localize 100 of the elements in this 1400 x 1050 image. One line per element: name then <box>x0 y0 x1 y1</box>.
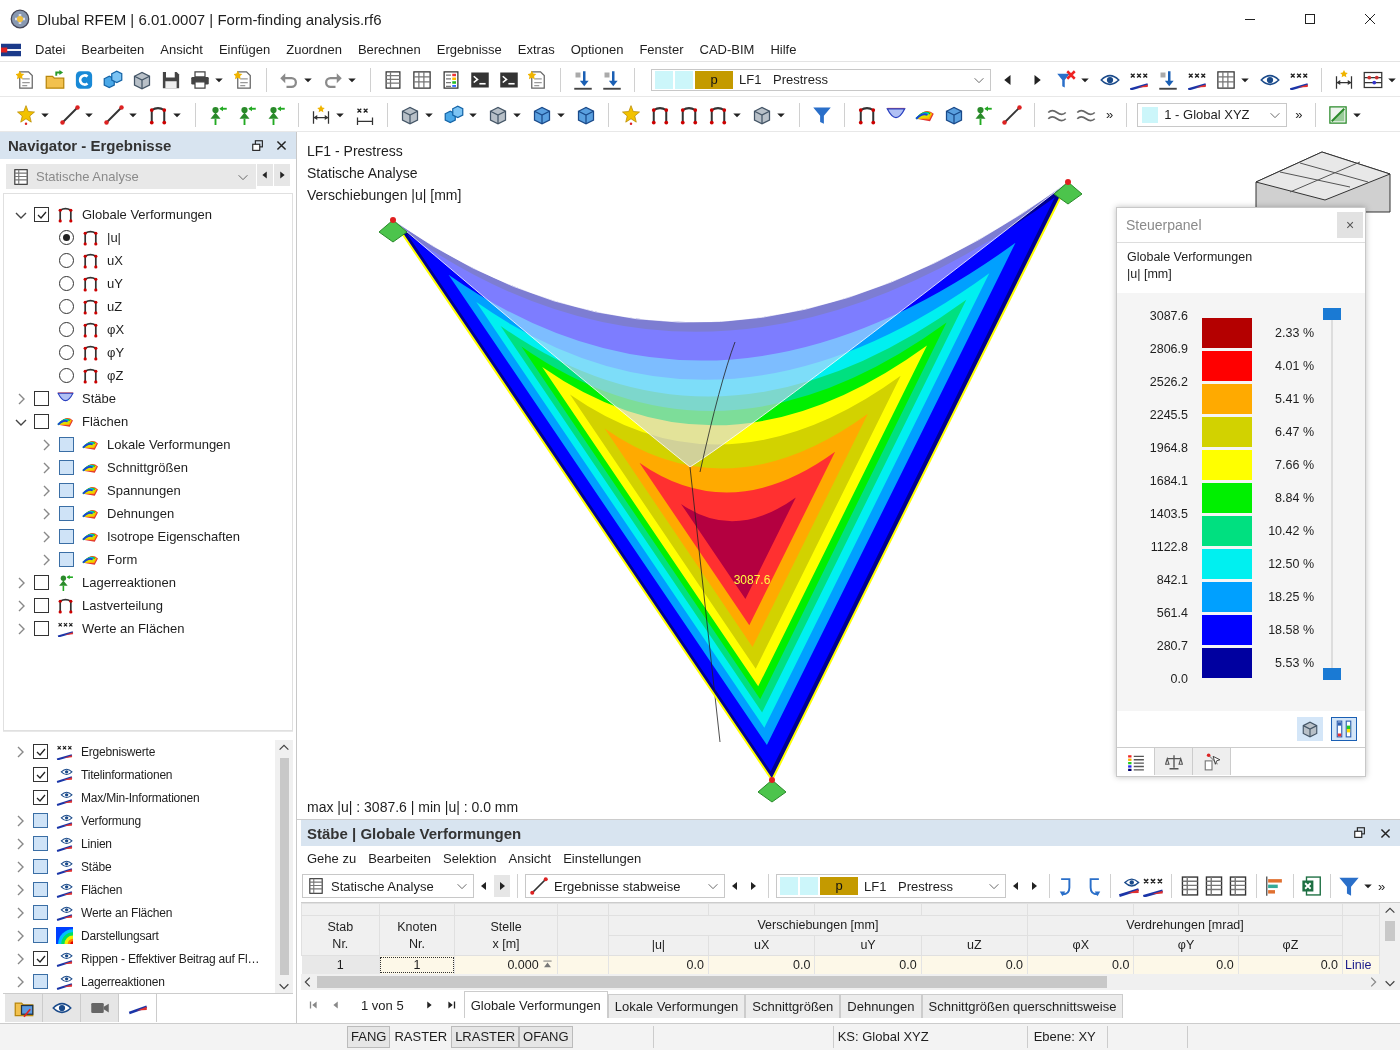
load-case-dropdown[interactable]: p LF1 Prestress <box>651 68 991 91</box>
menu-item[interactable]: Fenster <box>631 38 692 61</box>
scrollbar-thumb[interactable] <box>279 758 289 975</box>
status-toggle[interactable]: FANG <box>347 1026 391 1048</box>
tree-item[interactable]: Linien <box>81 836 112 851</box>
tree-item[interactable]: Lokale Verformungen <box>107 437 231 452</box>
checkbox[interactable] <box>33 836 48 851</box>
overflow-button[interactable]: » <box>1103 107 1117 122</box>
tool-button[interactable] <box>1331 717 1357 741</box>
document-icon[interactable] <box>528 69 548 90</box>
frame-icon[interactable] <box>679 104 699 125</box>
frame-icon[interactable] <box>650 104 670 125</box>
tree-item[interactable]: φY <box>107 345 125 360</box>
menu-item[interactable]: Zuordnen <box>278 38 350 61</box>
table-cell-link[interactable]: Linie <box>1342 955 1380 974</box>
analysis-dropdown[interactable]: Statische Analyse <box>302 874 474 898</box>
box-icon[interactable] <box>400 104 420 125</box>
scrollbar[interactable] <box>275 740 293 993</box>
slider-thumb[interactable] <box>1323 668 1341 680</box>
tree-item[interactable]: Form <box>107 552 138 567</box>
menu-item[interactable]: Bearbeiten <box>73 38 153 61</box>
tree-item[interactable]: Max/Min-Informationen <box>81 790 200 805</box>
save-icon[interactable] <box>161 69 181 90</box>
restore-icon[interactable] <box>1353 826 1367 840</box>
sheet-tab[interactable]: Globale Verformungen <box>463 991 608 1018</box>
close-button[interactable]: × <box>1337 212 1363 238</box>
table-icon[interactable] <box>1227 875 1249 897</box>
tree-item[interactable]: Verformung <box>81 813 142 828</box>
tree-item[interactable]: Dehnungen <box>107 506 175 521</box>
sheet-tab[interactable]: Dehnungen <box>840 994 922 1018</box>
checkbox[interactable] <box>33 882 48 897</box>
tree-item[interactable]: Globale Verformungen <box>82 207 213 222</box>
radio-button[interactable] <box>59 345 74 360</box>
vertical-scrollbar[interactable] <box>1380 903 1400 990</box>
range-slider-track[interactable] <box>1323 308 1341 680</box>
checkbox[interactable] <box>33 905 48 920</box>
panel-tab[interactable] <box>5 994 43 1022</box>
filter-cross-icon[interactable] <box>1056 69 1076 90</box>
tree-item[interactable]: Titelinformationen <box>81 767 173 782</box>
tree-item[interactable]: Isotrope Eigenschaften <box>107 529 240 544</box>
panel-tab[interactable] <box>81 994 119 1022</box>
panel-tab[interactable] <box>1117 748 1155 775</box>
tree-item[interactable]: Stäbe <box>82 391 116 406</box>
cubes-icon[interactable] <box>444 104 464 125</box>
dimension-icon[interactable] <box>1334 69 1354 90</box>
cube-icon[interactable] <box>944 104 964 125</box>
slider-thumb[interactable] <box>1323 308 1341 320</box>
menu-item[interactable]: Einstellungen <box>557 850 648 866</box>
tree-item[interactable]: uY <box>107 276 123 291</box>
table-cell[interactable]: 1 <box>379 955 455 974</box>
table-icon[interactable] <box>383 69 403 90</box>
menu-item[interactable]: Selektion <box>437 850 503 866</box>
restore-icon[interactable] <box>251 138 265 153</box>
spreadsheet-icon[interactable] <box>1301 875 1323 897</box>
menu-item[interactable]: Bearbeiten <box>362 850 438 866</box>
line-icon[interactable] <box>1002 104 1022 125</box>
tree-item[interactable]: Lastverteilung <box>82 598 163 613</box>
tree-item[interactable]: Flächen <box>81 882 123 897</box>
checkbox[interactable] <box>59 437 74 452</box>
radio-button[interactable] <box>59 368 74 383</box>
arrow-down-icon[interactable] <box>1158 69 1178 90</box>
checkbox[interactable] <box>34 207 49 222</box>
frame-icon[interactable] <box>148 104 168 125</box>
checkbox[interactable] <box>59 483 74 498</box>
support-icon[interactable] <box>973 104 993 125</box>
menu-item[interactable]: Optionen <box>562 38 632 61</box>
checkbox[interactable] <box>34 621 49 636</box>
scrollbar-thumb[interactable] <box>1385 921 1395 941</box>
checkbox[interactable] <box>34 391 49 406</box>
checkbox[interactable] <box>59 552 74 567</box>
previous-button[interactable] <box>257 164 273 186</box>
scrollbar-thumb[interactable] <box>317 975 1107 988</box>
tree-item[interactable]: φX <box>107 322 125 337</box>
checkbox[interactable] <box>33 974 48 989</box>
chart-icon[interactable] <box>1328 104 1349 125</box>
line-icon[interactable] <box>60 104 80 125</box>
checkbox[interactable] <box>59 506 74 521</box>
sheet-tab[interactable]: Lokale Verformungen <box>607 994 746 1018</box>
checkbox[interactable] <box>33 951 48 966</box>
result-mode-dropdown[interactable]: Ergebnisse stabweise <box>525 874 725 898</box>
grid-icon[interactable] <box>412 69 432 90</box>
overflow-button[interactable]: » <box>1376 878 1388 894</box>
checkbox[interactable] <box>59 460 74 475</box>
tree-item[interactable]: Stäbe <box>81 859 112 874</box>
panel-tab[interactable] <box>43 994 81 1022</box>
sheet-tab[interactable]: Schnittgrößen <box>745 994 841 1018</box>
tool-button[interactable] <box>1297 717 1323 741</box>
cube-icon[interactable] <box>532 104 552 125</box>
frame-icon[interactable] <box>708 104 728 125</box>
panel-tab[interactable] <box>1155 748 1193 775</box>
checkbox[interactable] <box>33 767 48 782</box>
status-toggle[interactable]: OFANG <box>519 1026 573 1048</box>
close-icon[interactable] <box>1362 11 1378 27</box>
box-icon[interactable] <box>132 69 152 90</box>
checkbox[interactable] <box>59 529 74 544</box>
status-toggle[interactable]: LRASTER <box>451 1026 520 1048</box>
grid-icon[interactable] <box>1216 69 1236 90</box>
menu-item[interactable]: Ansicht <box>502 850 558 866</box>
tree-item[interactable]: Werte an Flächen <box>81 905 173 920</box>
support-icon[interactable] <box>208 104 228 125</box>
